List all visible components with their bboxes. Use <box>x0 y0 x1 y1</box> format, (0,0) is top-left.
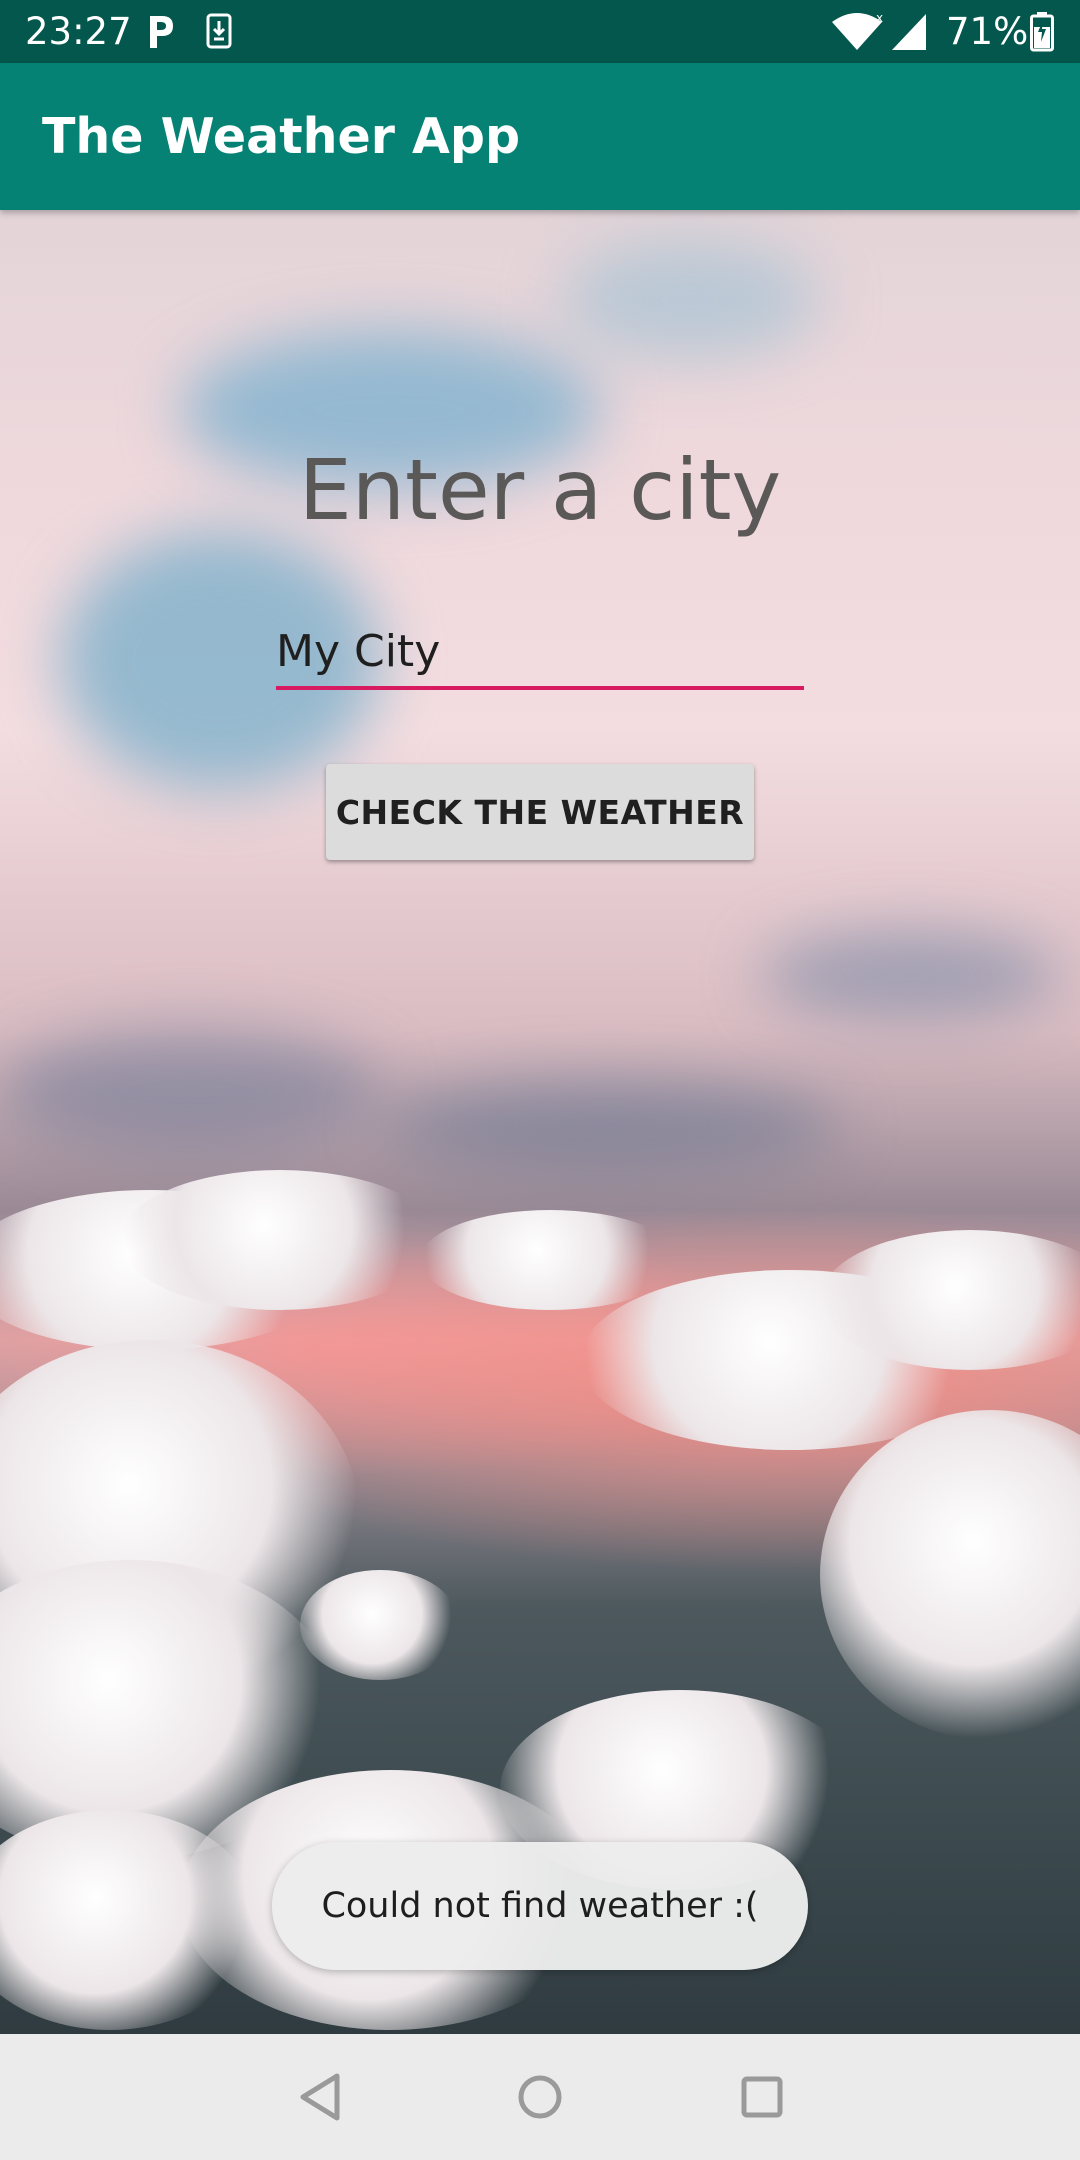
app-title: The Weather App <box>42 108 521 165</box>
sky-patch <box>380 1080 840 1170</box>
sky-patch <box>760 930 1060 1020</box>
battery-percent: 71% <box>946 10 1029 53</box>
navigation-bar <box>0 2034 1080 2160</box>
page-heading: Enter a city <box>298 441 782 539</box>
svg-text:x: x <box>876 11 883 25</box>
back-icon[interactable] <box>285 2062 355 2132</box>
cloud <box>820 1410 1080 1740</box>
status-time: 23:27 <box>25 10 132 53</box>
screen: 23:27 x 71% The Weather App Enter a city… <box>0 0 1080 2160</box>
sky-patch <box>0 1030 380 1150</box>
cloud <box>300 1570 460 1680</box>
recents-icon[interactable] <box>727 2062 797 2132</box>
cloud <box>420 1210 680 1310</box>
download-icon <box>206 13 232 49</box>
sky-patch <box>560 240 820 360</box>
wifi-icon: x <box>832 11 883 50</box>
cloud <box>120 1170 440 1310</box>
toast: Could not find weather :( <box>272 1842 808 1970</box>
battery-icon <box>1030 12 1054 52</box>
parking-icon <box>150 16 173 48</box>
signal-icon <box>892 14 926 50</box>
app-bar: The Weather App <box>0 63 1080 210</box>
city-input[interactable] <box>276 616 804 690</box>
toast-message: Could not find weather :( <box>321 1886 759 1926</box>
status-bar: 23:27 x 71% <box>0 0 1080 63</box>
home-icon[interactable] <box>505 2062 575 2132</box>
check-weather-button[interactable]: CHECK THE WEATHER <box>326 764 754 860</box>
